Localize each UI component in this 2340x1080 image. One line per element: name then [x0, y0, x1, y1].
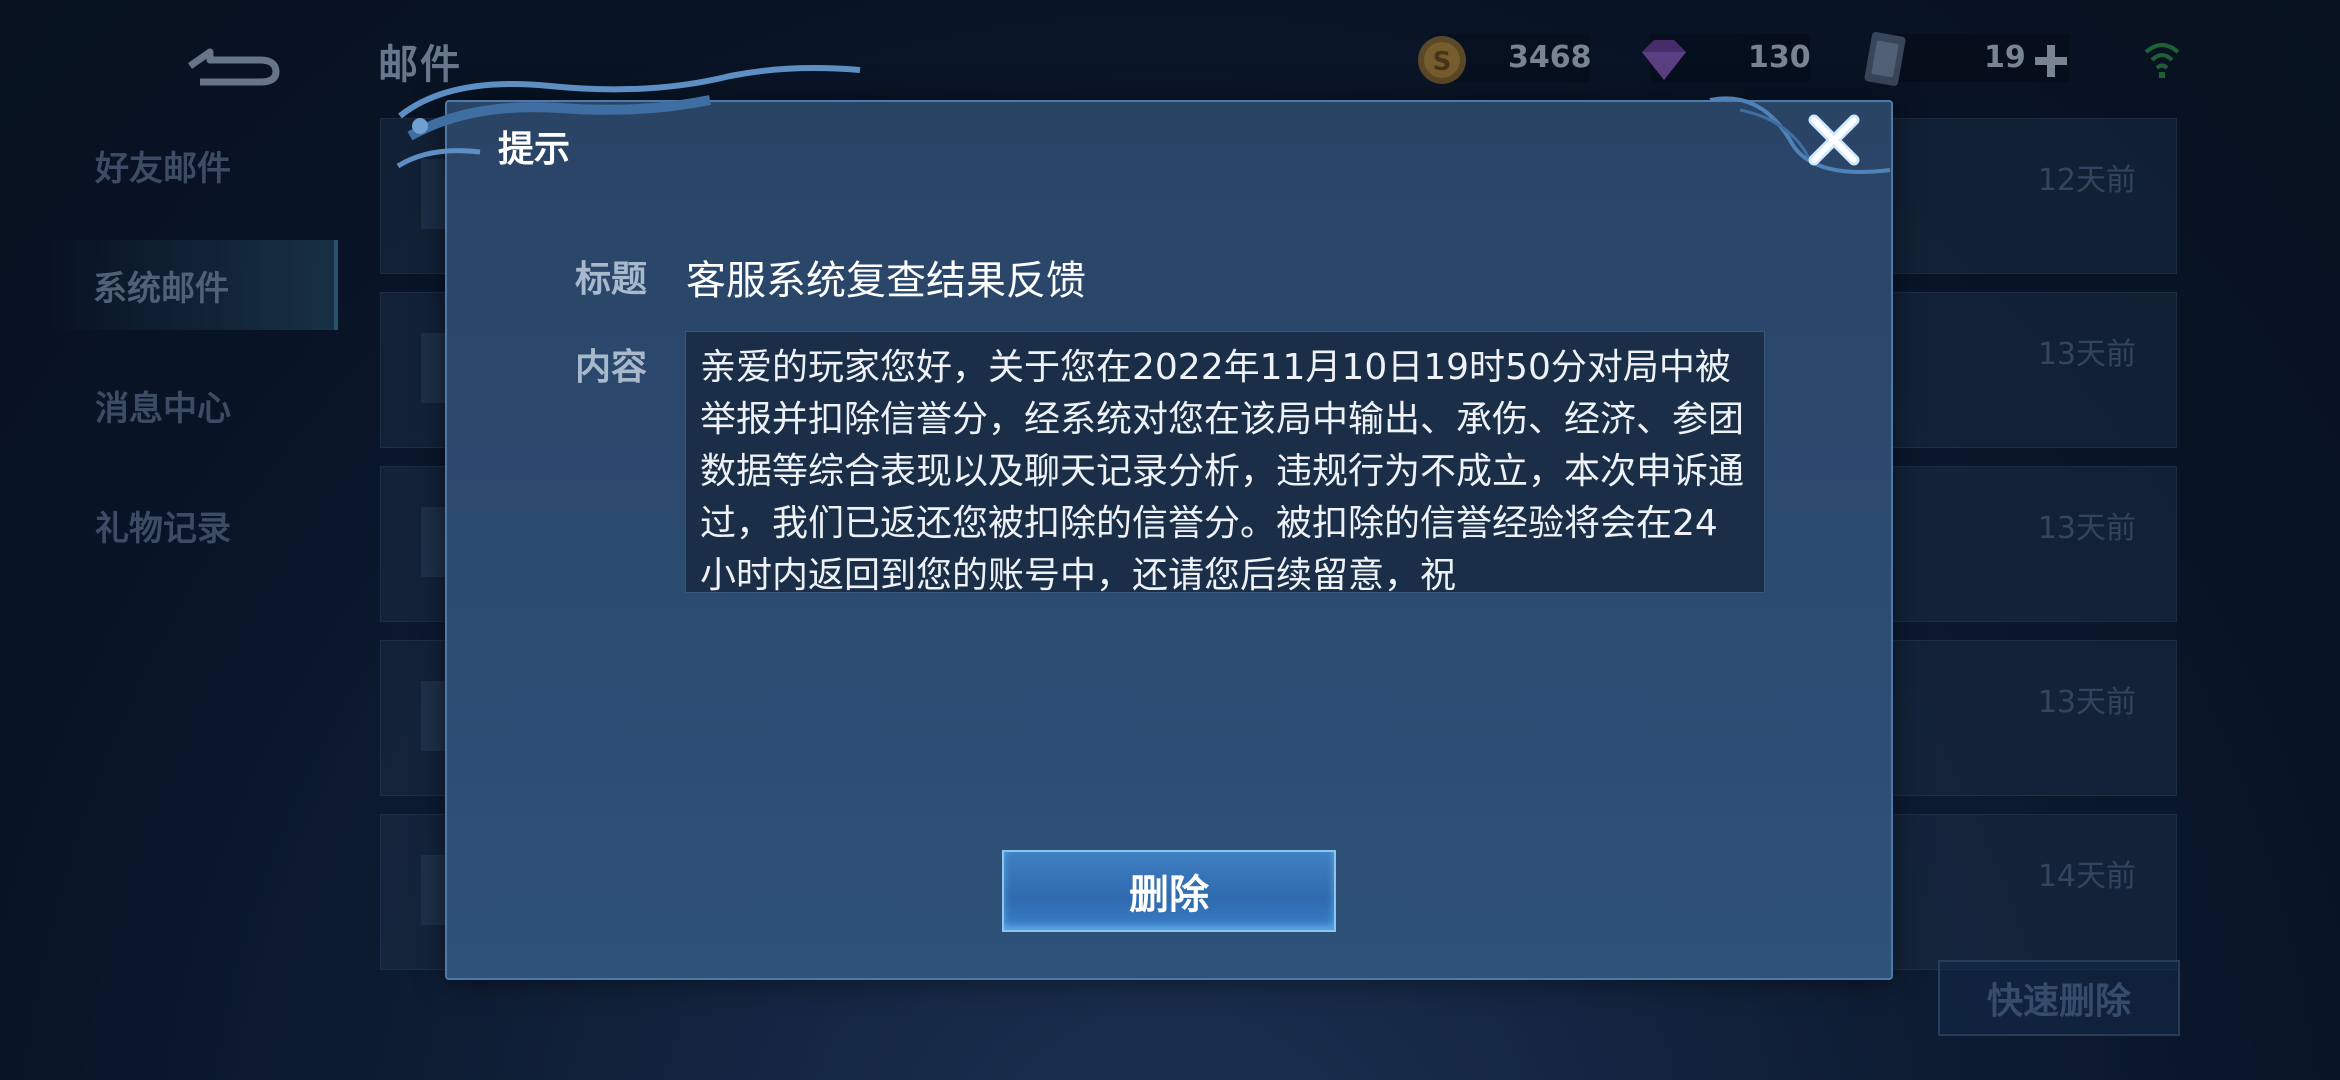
subject-label: 标题 [575, 259, 648, 300]
mail-content-text: 亲爱的玩家您好，关于您在2022年11月10日19时50分对局中被举报并扣除信誉… [700, 347, 1745, 593]
delete-button[interactable]: 删除 [1002, 850, 1336, 932]
corner-ornament-icon [1709, 96, 1891, 174]
close-icon[interactable] [1804, 110, 1864, 170]
content-label: 内容 [575, 347, 648, 388]
title-ornament-icon [396, 65, 861, 169]
mail-content-scroll[interactable]: 亲爱的玩家您好，关于您在2022年11月10日19时50分对局中被举报并扣除信誉… [685, 331, 1765, 593]
dialog-title: 提示 [498, 129, 571, 170]
mail-subject: 客服系统复查结果反馈 [686, 258, 1086, 304]
